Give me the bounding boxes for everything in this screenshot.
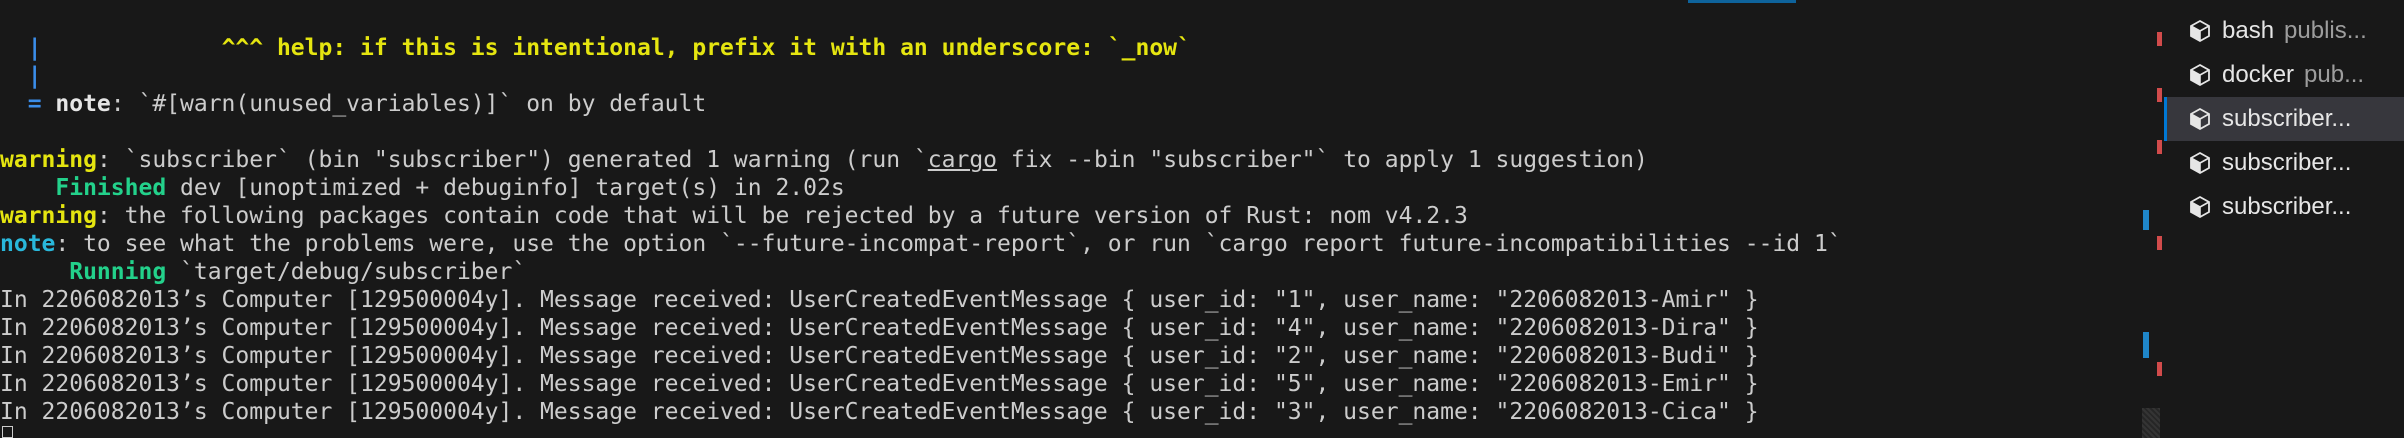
finished-line: Finished dev [unoptimized + debuginfo] t…: [0, 174, 845, 202]
help-text: ^^^ help: if this is intentional, prefix…: [221, 35, 1191, 61]
tab-description: pub...: [2304, 61, 2365, 88]
message-line: In 2206082013’s Computer [129500004y]. M…: [0, 287, 1759, 313]
note-label: note: [55, 91, 111, 117]
terminal-tab-bash[interactable]: bash publis...: [2164, 9, 2404, 53]
message-line: In 2206082013’s Computer [129500004y]. M…: [0, 343, 1759, 369]
terminal-tab-list: bash publis... docker pub... subscriber.…: [2164, 0, 2404, 438]
terminal-output[interactable]: | ^^^ help: if this is intentional, pref…: [0, 0, 2140, 438]
warning-line-2: warning: the following packages contain …: [0, 202, 1468, 230]
note-label: note: [0, 231, 56, 257]
terminal-tab-subscriber[interactable]: subscriber...: [2164, 185, 2404, 229]
cube-icon: [2190, 107, 2210, 131]
finished-text: dev [unoptimized + debuginfo] target(s) …: [166, 175, 845, 201]
tab-label: docker: [2222, 61, 2295, 88]
warning-text: : `subscriber` (bin "subscriber") genera…: [96, 147, 928, 173]
running-label: Running: [0, 259, 167, 285]
note-text: : `#[warn(unused_variables)]` on by defa…: [110, 91, 707, 117]
warning-line-1: warning: `subscriber` (bin "subscriber")…: [0, 146, 1648, 174]
note-text: : to see what the problems were, use the…: [55, 231, 1842, 257]
note-line-2: note: to see what the problems were, use…: [0, 230, 1842, 258]
error-marker: [2157, 236, 2162, 250]
scrollbar-thumb[interactable]: [2142, 408, 2160, 438]
error-marker: [2157, 32, 2162, 46]
help-line: | ^^^ help: if this is intentional, pref…: [0, 34, 1191, 62]
cargo-link[interactable]: cargo: [928, 147, 997, 173]
info-marker: [2143, 332, 2149, 358]
cube-icon: [2190, 151, 2210, 175]
error-marker: [2157, 362, 2162, 376]
terminal-tab-subscriber-active[interactable]: subscriber...: [2164, 97, 2404, 141]
gutter-line: |: [0, 62, 42, 90]
tab-label: bash: [2222, 17, 2275, 44]
terminal-tab-subscriber[interactable]: subscriber...: [2164, 141, 2404, 185]
gutter-bar: |: [0, 35, 42, 61]
message-line: In 2206082013’s Computer [129500004y]. M…: [0, 315, 1759, 341]
info-marker: [2143, 210, 2149, 230]
note-eq: =: [0, 91, 56, 117]
error-marker: [2157, 88, 2162, 102]
terminal-cursor: [2, 426, 13, 438]
warning-text: : the following packages contain code th…: [96, 203, 1468, 229]
tab-label: subscriber...: [2222, 105, 2352, 132]
warning-label: warning: [0, 203, 97, 229]
note-line: = note: `#[warn(unused_variables)]` on b…: [0, 90, 707, 118]
error-marker: [2157, 140, 2162, 154]
message-line: In 2206082013’s Computer [129500004y]. M…: [0, 399, 1759, 425]
cube-icon: [2190, 63, 2210, 87]
cube-icon: [2190, 19, 2210, 43]
cube-icon: [2190, 195, 2210, 219]
tab-label: subscriber...: [2222, 193, 2352, 220]
terminal-scrollbar[interactable]: [2140, 0, 2164, 438]
warning-text-end: fix --bin "subscriber"` to apply 1 sugge…: [997, 147, 1648, 173]
vscode-terminal-panel: | ^^^ help: if this is intentional, pref…: [0, 0, 2404, 438]
tab-description: publis...: [2284, 17, 2367, 44]
tab-label: subscriber...: [2222, 149, 2352, 176]
warning-label: warning: [0, 147, 97, 173]
gutter-bar: |: [0, 63, 42, 89]
running-text: `target/debug/subscriber`: [166, 259, 527, 285]
running-line: Running `target/debug/subscriber`: [0, 258, 526, 286]
terminal-tab-docker[interactable]: docker pub...: [2164, 53, 2404, 97]
message-line: In 2206082013’s Computer [129500004y]. M…: [0, 371, 1759, 397]
finished-label: Finished: [0, 175, 167, 201]
